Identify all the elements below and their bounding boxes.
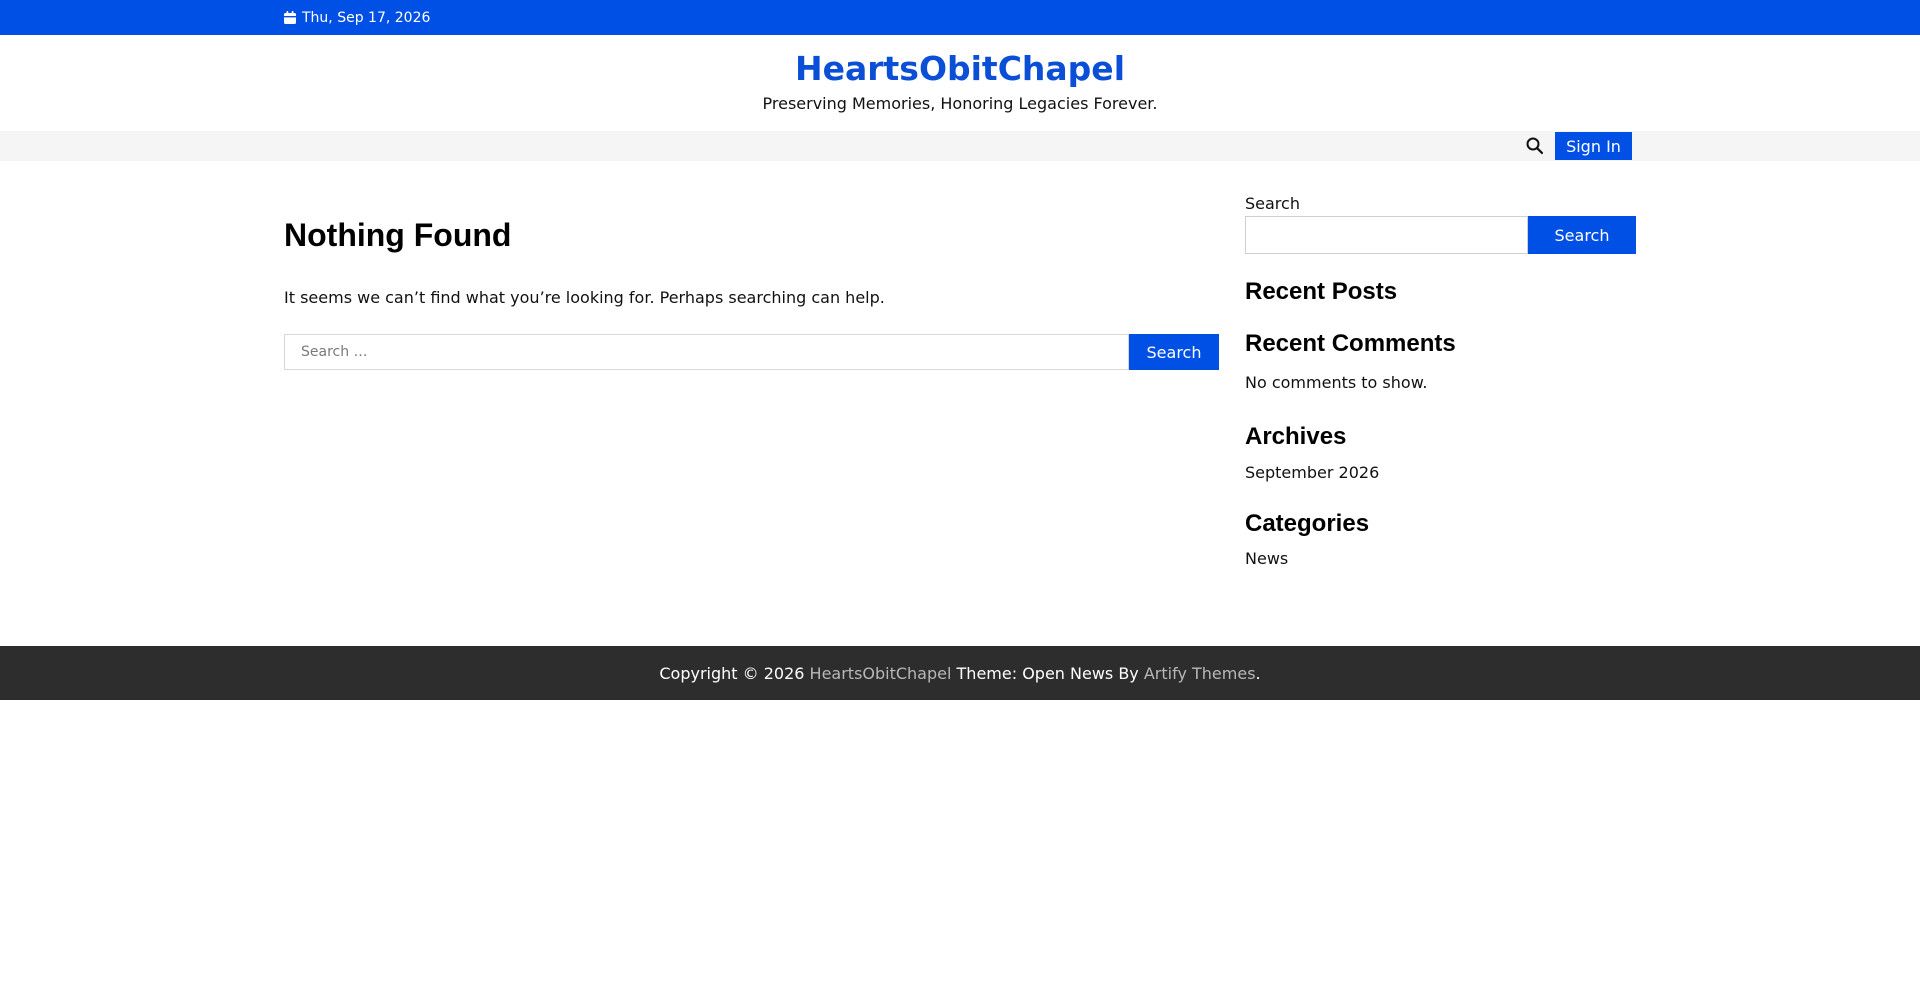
archive-link[interactable]: September 2026 [1245, 463, 1379, 482]
site-footer: Copyright © 2026 HeartsObitChapel Theme:… [0, 646, 1920, 700]
nav-bar: Sign In [0, 131, 1920, 161]
calendar-icon [284, 11, 296, 24]
not-found-message: It seems we can’t find what you’re looki… [284, 288, 885, 307]
category-link[interactable]: News [1245, 549, 1288, 568]
footer-theme-link[interactable]: Artify Themes [1144, 664, 1256, 683]
no-comments-text: No comments to show. [1245, 373, 1428, 392]
footer-copyright: Copyright © 2026 [659, 663, 810, 683]
top-bar: Thu, Sep 17, 2026 [0, 0, 1920, 35]
recent-posts-heading: Recent Posts [1245, 278, 1398, 305]
recent-comments-heading: Recent Comments [1245, 330, 1456, 357]
site-branding: HeartsObitChapel Preserving Memories, Ho… [0, 35, 1920, 131]
archives-heading: Archives [1245, 423, 1347, 450]
sidebar-search-input[interactable] [1245, 216, 1528, 254]
search-icon[interactable] [1525, 136, 1545, 156]
categories-heading: Categories [1245, 510, 1370, 537]
main-search-button[interactable]: Search [1129, 334, 1219, 370]
sidebar-search-label: Search [1245, 194, 1300, 213]
date-display: Thu, Sep 17, 2026 [284, 0, 430, 35]
footer-end: . [1255, 663, 1261, 683]
main-search-input[interactable] [284, 334, 1129, 370]
site-tagline: Preserving Memories, Honoring Legacies F… [762, 94, 1158, 113]
sidebar-search-button[interactable]: Search [1528, 216, 1636, 254]
page-title: Nothing Found [284, 217, 512, 253]
site-title[interactable]: HeartsObitChapel [0, 49, 1920, 88]
sign-in-button[interactable]: Sign In [1555, 132, 1632, 160]
sidebar-search-form: Search [1245, 216, 1636, 254]
date-text: Thu, Sep 17, 2026 [302, 9, 431, 26]
main-search-form: Search [284, 334, 1219, 370]
footer-site-link[interactable]: HeartsObitChapel [810, 664, 952, 683]
footer-theme-text: Theme: Open News By [951, 663, 1144, 683]
